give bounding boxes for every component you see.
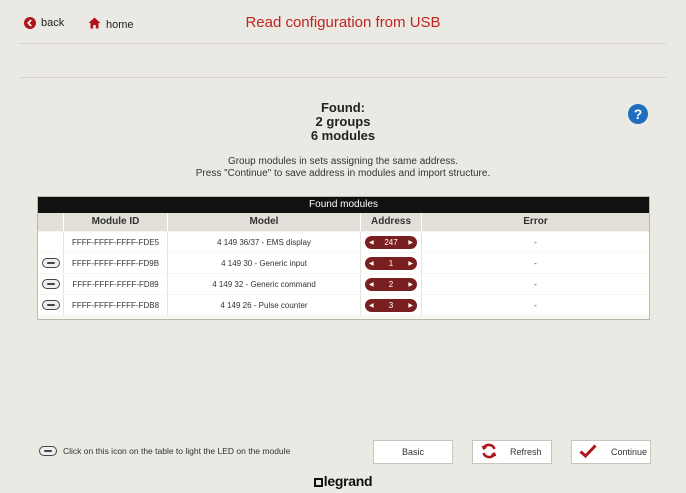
- address-stepper: ◀ 1 ▶: [365, 256, 417, 270]
- led-icon[interactable]: [41, 300, 60, 310]
- column-header-module-id: Module ID: [64, 213, 168, 231]
- error-cell: -: [534, 258, 537, 268]
- led-hint-text: Click on this icon on the table to light…: [63, 446, 291, 456]
- found-groups-count: 2 groups: [315, 114, 371, 129]
- table-row: FFFF-FFFF-FFFF-FDE5 4 149 36/37 - EMS di…: [38, 232, 649, 252]
- module-id-cell: FFFF-FFFF-FFFF-FDB8: [64, 295, 168, 315]
- refresh-label: Refresh: [510, 447, 542, 457]
- found-modules-table: Found modules Module ID Model Address Er…: [37, 196, 650, 320]
- address-value: 2: [388, 279, 394, 289]
- table-caption: Found modules: [38, 197, 649, 213]
- address-value: 247: [384, 237, 398, 247]
- error-cell: -: [534, 279, 537, 289]
- address-cell: ◀ 247 ▶: [361, 232, 422, 252]
- address-increase-icon[interactable]: ▶: [408, 239, 413, 246]
- column-header-model: Model: [168, 213, 361, 231]
- column-header-led: [38, 213, 64, 231]
- basic-button[interactable]: Basic: [373, 440, 453, 464]
- model-cell: 4 149 30 - Generic input: [168, 253, 361, 273]
- instruction-line-2: Press "Continue" to save address in modu…: [195, 168, 491, 179]
- address-decrease-icon[interactable]: ◀: [369, 302, 374, 309]
- address-stepper: ◀ 247 ▶: [365, 235, 417, 249]
- instruction-line-1: Group modules in sets assigning the same…: [227, 156, 459, 167]
- address-stepper: ◀ 2 ▶: [365, 277, 417, 291]
- refresh-button[interactable]: Refresh: [472, 440, 552, 464]
- module-id-cell: FFFF-FFFF-FFFF-FD9B: [64, 253, 168, 273]
- module-id-cell: FFFF-FFFF-FFFF-FDE5: [64, 232, 168, 252]
- address-cell: ◀ 2 ▶: [361, 274, 422, 294]
- address-cell: ◀ 3 ▶: [361, 295, 422, 315]
- found-heading: Found:: [320, 100, 366, 115]
- help-icon[interactable]: ?: [628, 104, 648, 124]
- led-icon: [39, 446, 57, 456]
- address-increase-icon[interactable]: ▶: [408, 302, 413, 309]
- column-header-address: Address: [361, 213, 422, 231]
- error-cell: -: [534, 300, 537, 310]
- basic-label: Basic: [401, 447, 424, 457]
- led-cell: [38, 253, 64, 273]
- model-cell: 4 149 26 - Pulse counter: [168, 295, 361, 315]
- divider-second: [20, 77, 666, 78]
- divider-top: [20, 43, 666, 44]
- table-header-row: Module ID Model Address Error: [38, 213, 649, 231]
- address-decrease-icon[interactable]: ◀: [369, 281, 374, 288]
- led-icon[interactable]: [41, 279, 60, 289]
- continue-label: Continue: [611, 447, 648, 457]
- module-id-cell: FFFF-FFFF-FFFF-FD89: [64, 274, 168, 294]
- address-increase-icon[interactable]: ▶: [408, 260, 413, 267]
- led-cell: [38, 295, 64, 315]
- logo-square-icon: [313, 478, 323, 487]
- address-increase-icon[interactable]: ▶: [408, 281, 413, 288]
- model-cell: 4 149 32 - Generic command: [168, 274, 361, 294]
- address-stepper: ◀ 3 ▶: [365, 298, 417, 312]
- top-bar: back home Read configuration from USB: [0, 0, 686, 46]
- brand-logo: legrand: [0, 473, 686, 489]
- column-header-error: Error: [422, 213, 649, 231]
- model-cell: 4 149 36/37 - EMS display: [168, 232, 361, 252]
- address-cell: ◀ 1 ▶: [361, 253, 422, 273]
- page-title: Read configuration from USB: [245, 14, 441, 31]
- address-decrease-icon[interactable]: ◀: [369, 239, 374, 246]
- refresh-icon: [480, 442, 498, 462]
- address-decrease-icon[interactable]: ◀: [369, 260, 374, 267]
- brand-name: legrand: [323, 473, 373, 489]
- error-cell: -: [534, 237, 537, 247]
- table-row: FFFF-FFFF-FFFF-FD89 4 149 32 - Generic c…: [38, 274, 649, 294]
- found-modules-count: 6 modules: [310, 128, 376, 143]
- table-row: FFFF-FFFF-FFFF-FDB8 4 149 26 - Pulse cou…: [38, 295, 649, 315]
- led-hint: Click on this icon on the table to light…: [39, 446, 290, 456]
- led-icon[interactable]: [41, 258, 60, 268]
- led-cell: [38, 232, 64, 252]
- continue-button[interactable]: Continue: [571, 440, 651, 464]
- table-row: FFFF-FFFF-FFFF-FD9B 4 149 30 - Generic i…: [38, 253, 649, 273]
- address-value: 3: [388, 300, 394, 310]
- checkmark-icon: [579, 444, 597, 460]
- address-value: 1: [388, 258, 394, 268]
- led-cell: [38, 274, 64, 294]
